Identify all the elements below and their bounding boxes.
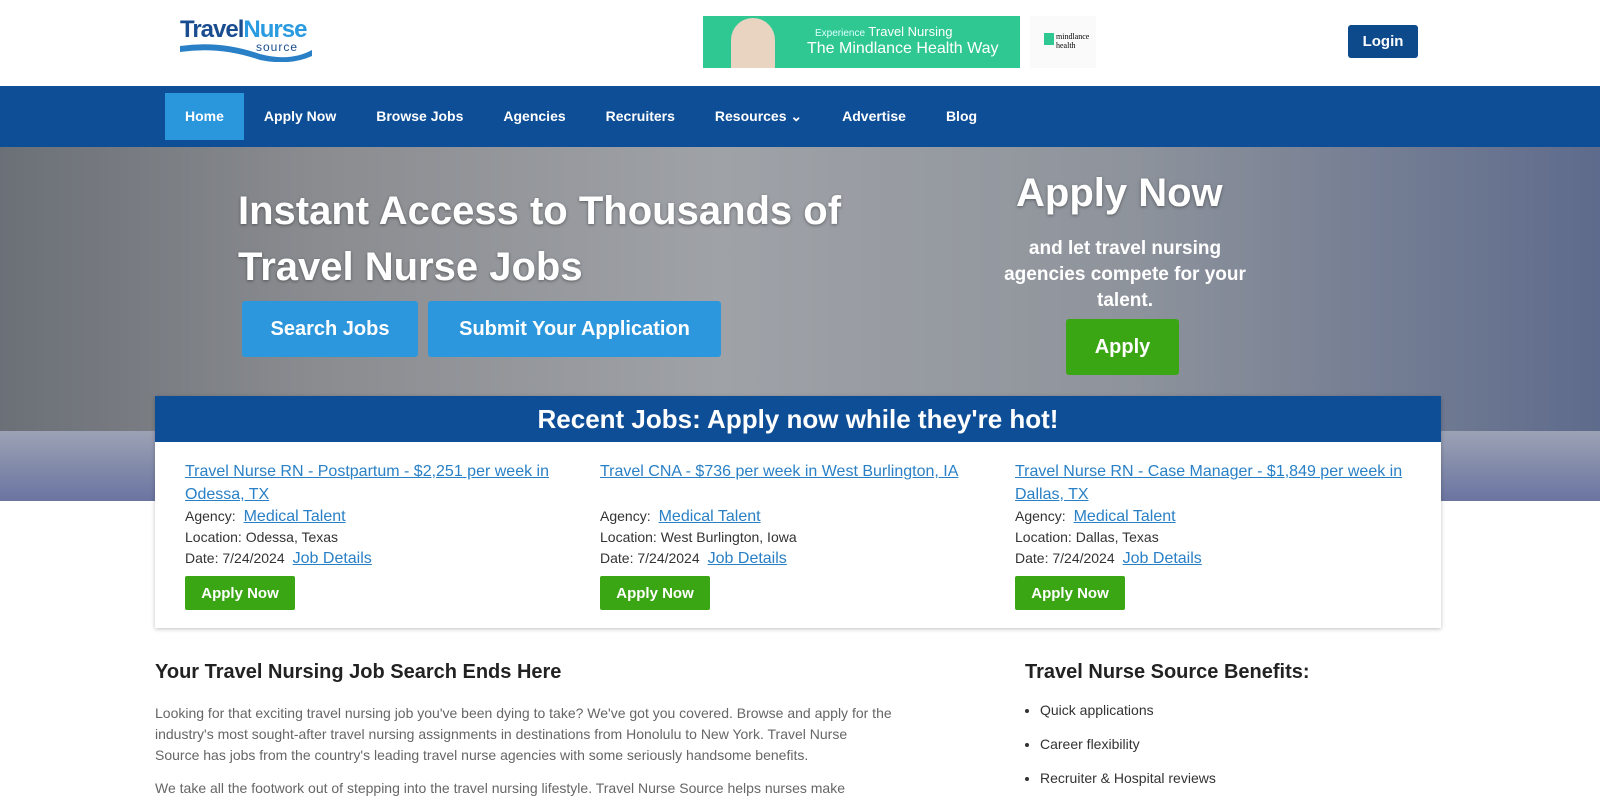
agency-label: Agency:	[1015, 508, 1066, 524]
main-nav: Home Apply Now Browse Jobs Agencies Recr…	[0, 86, 1600, 147]
intro-text: Looking for that exciting travel nursing…	[155, 703, 895, 799]
nav-agencies[interactable]: Agencies	[483, 93, 585, 140]
ad-brand-text: mindlance health	[1056, 32, 1090, 50]
job-title-link[interactable]: Travel Nurse RN - Case Manager - $1,849 …	[1015, 460, 1405, 506]
ad-text: The Mindlance Health Way	[807, 40, 999, 57]
recent-jobs-panel: Recent Jobs: Apply now while they're hot…	[155, 396, 1441, 628]
header: TravelNurse source Experience Travel Nur…	[0, 0, 1600, 86]
nav-advertise[interactable]: Advertise	[822, 93, 926, 140]
nav-blog[interactable]: Blog	[926, 93, 997, 140]
logo-text: Travel	[180, 16, 244, 43]
job-card: Travel Nurse RN - Postpartum - $2,251 pe…	[185, 460, 575, 610]
hero-title: Instant Access to Thousands of Travel Nu…	[238, 189, 842, 289]
apply-button[interactable]: Apply	[1066, 319, 1179, 375]
search-jobs-button[interactable]: Search Jobs	[242, 301, 418, 357]
job-date: Date: 7/24/2024	[185, 550, 285, 566]
nav-home[interactable]: Home	[165, 93, 244, 140]
ad-banner[interactable]: Experience Travel Nursing The Mindlance …	[703, 16, 1020, 68]
job-date: Date: 7/24/2024	[600, 550, 700, 566]
nav-resources[interactable]: Resources ⌄	[695, 93, 822, 140]
agency-link[interactable]: Medical Talent	[1074, 508, 1176, 525]
job-title-link[interactable]: Travel CNA - $736 per week in West Burli…	[600, 460, 990, 483]
benefit-item: Recruiter & Hospital reviews	[1040, 770, 1216, 804]
recent-jobs-heading: Recent Jobs: Apply now while they're hot…	[155, 396, 1441, 442]
benefits-list: Quick applications Career flexibility Re…	[1040, 702, 1216, 804]
job-details-link[interactable]: Job Details	[1123, 550, 1202, 567]
submit-application-button[interactable]: Submit Your Application	[428, 301, 721, 357]
ad-image	[731, 18, 775, 68]
apply-subtext: and let travel nursing agencies compete …	[1004, 238, 1246, 311]
logo-text: Nurse	[243, 16, 307, 43]
benefits-heading: Travel Nurse Source Benefits:	[1025, 661, 1310, 683]
logo-subtext: source	[256, 40, 299, 54]
job-details-link[interactable]: Job Details	[293, 550, 372, 567]
ad-brand[interactable]: mindlance health	[1030, 16, 1096, 68]
logo[interactable]: TravelNurse source	[180, 16, 320, 64]
apply-now-button[interactable]: Apply Now	[185, 576, 295, 610]
apply-now-heading: Apply Now	[1016, 171, 1223, 215]
ad-text: Experience	[815, 28, 866, 39]
nav-apply-now[interactable]: Apply Now	[244, 93, 356, 140]
job-location: Location: Odessa, Texas	[185, 529, 339, 545]
job-location: Location: West Burlington, Iowa	[600, 529, 797, 545]
paragraph: Looking for that exciting travel nursing…	[155, 705, 892, 763]
apply-now-button[interactable]: Apply Now	[1015, 576, 1125, 610]
agency-link[interactable]: Medical Talent	[244, 508, 346, 525]
ad-text: Travel Nursing	[868, 24, 953, 39]
agency-label: Agency:	[600, 508, 651, 524]
agency-link[interactable]: Medical Talent	[659, 508, 761, 525]
benefit-item: Career flexibility	[1040, 736, 1216, 770]
apply-now-button[interactable]: Apply Now	[600, 576, 710, 610]
paragraph: We take all the footwork out of stepping…	[155, 780, 845, 796]
job-card: Travel Nurse RN - Case Manager - $1,849 …	[1015, 460, 1405, 610]
job-details-link[interactable]: Job Details	[708, 550, 787, 567]
benefit-item: Quick applications	[1040, 702, 1216, 736]
agency-label: Agency:	[185, 508, 236, 524]
section-heading: Your Travel Nursing Job Search Ends Here	[155, 661, 562, 683]
login-button[interactable]: Login	[1348, 25, 1418, 58]
job-date: Date: 7/24/2024	[1015, 550, 1115, 566]
nav-browse-jobs[interactable]: Browse Jobs	[356, 93, 483, 140]
job-location: Location: Dallas, Texas	[1015, 529, 1159, 545]
job-card: Travel CNA - $736 per week in West Burli…	[600, 460, 990, 610]
nav-recruiters[interactable]: Recruiters	[586, 93, 695, 140]
brand-icon	[1044, 33, 1054, 45]
job-title-link[interactable]: Travel Nurse RN - Postpartum - $2,251 pe…	[185, 460, 575, 506]
